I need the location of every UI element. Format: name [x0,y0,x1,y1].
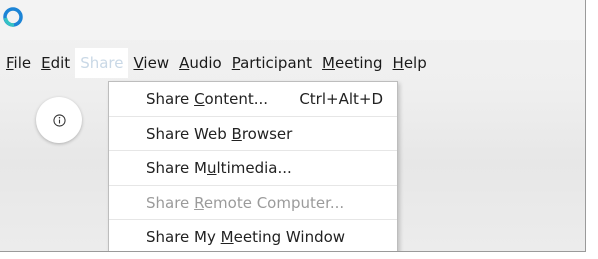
share-dropdown-menu: Share Content... Ctrl+Alt+D Share Web Br… [108,81,398,251]
info-icon [52,113,66,127]
menu-edit[interactable]: Edit [36,48,75,78]
share-content-menu-item[interactable]: Share Content... Ctrl+Alt+D [109,82,397,117]
menu-help[interactable]: Help [388,48,432,78]
menu-file[interactable]: File [0,48,36,78]
share-remote-computer-menu-item: Share Remote Computer... [109,186,397,221]
menu-participant[interactable]: Participant [227,48,317,78]
shortcut-label: Ctrl+Alt+D [299,90,383,108]
share-web-browser-menu-item[interactable]: Share Web Browser [109,117,397,152]
menu-view[interactable]: View [128,48,174,78]
app-window: File Edit Share View Audio Participant M… [0,0,586,252]
share-my-meeting-window-menu-item[interactable]: Share My Meeting Window [109,220,397,251]
menu-audio[interactable]: Audio [174,48,227,78]
menu-bar: File Edit Share View Audio Participant M… [0,48,585,78]
title-bar [0,0,585,40]
info-button[interactable] [36,97,82,143]
menu-meeting[interactable]: Meeting [317,48,388,78]
app-logo-icon [3,7,23,27]
share-multimedia-menu-item[interactable]: Share Multimedia... [109,151,397,186]
menu-share[interactable]: Share [75,48,129,78]
